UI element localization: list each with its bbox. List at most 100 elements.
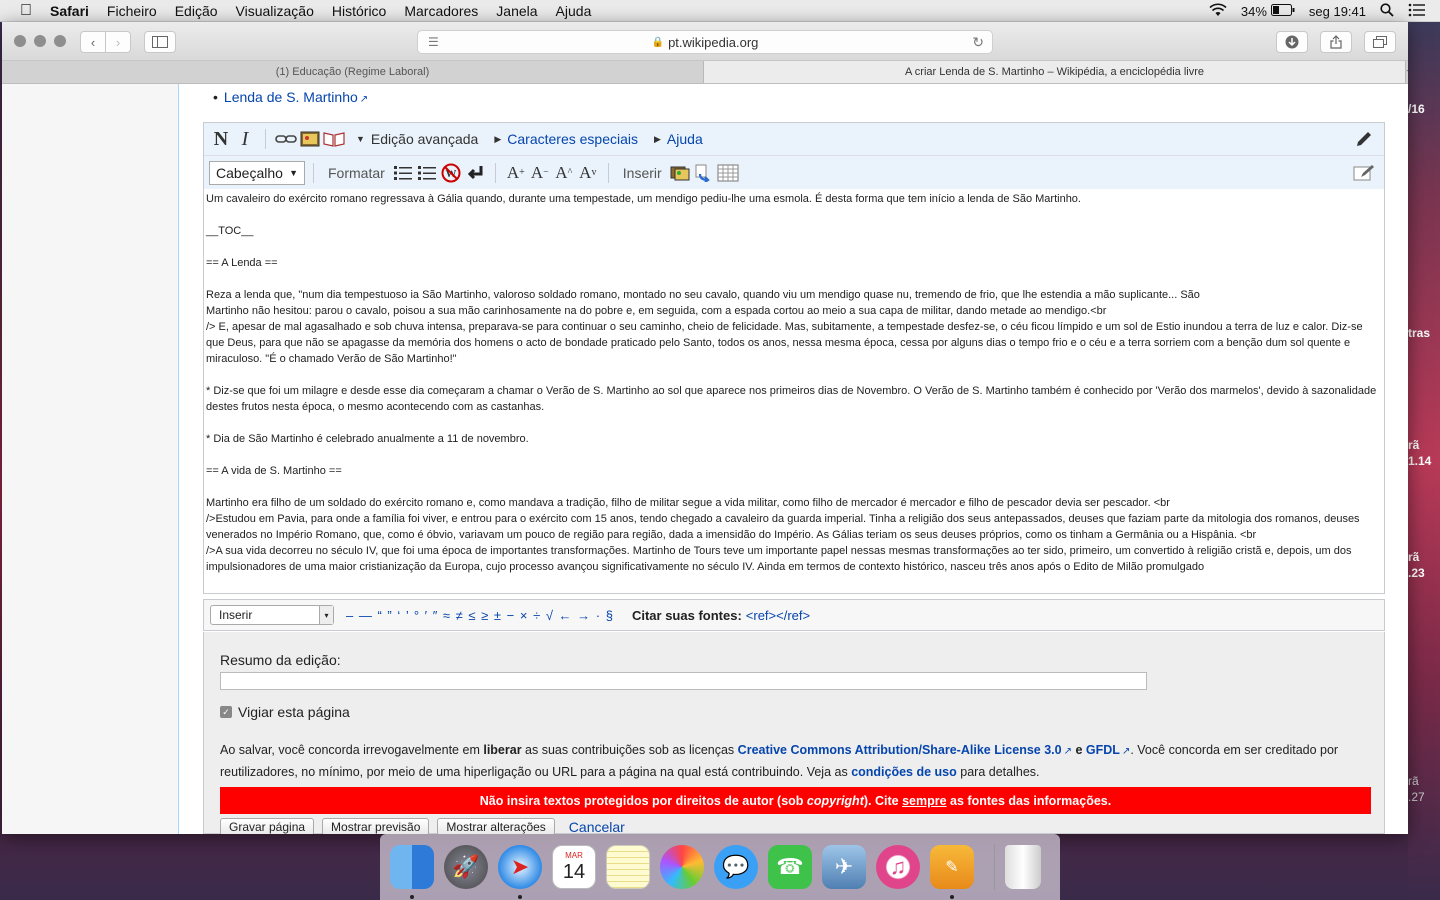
redirect-icon[interactable] [693, 162, 715, 184]
close-window-button[interactable] [14, 35, 26, 47]
pages-icon[interactable]: ✎ [930, 845, 974, 899]
running-indicator [950, 895, 954, 899]
stepper-icon: ▾ [319, 606, 333, 624]
calendar-icon[interactable]: MAR 14 [552, 845, 596, 889]
toolbar-divider [494, 162, 496, 183]
menu-app[interactable]: Safari [50, 3, 89, 19]
facetime-icon[interactable]: ☎ [768, 845, 812, 889]
battery-icon[interactable] [1270, 3, 1295, 19]
tabs-overview-button[interactable] [1364, 31, 1396, 53]
save-page-button[interactable]: Gravar página [220, 818, 315, 834]
image-icon[interactable] [299, 128, 321, 150]
tab-ajuda[interactable]: Ajuda [667, 131, 703, 147]
menu-edicao[interactable]: Edição [175, 3, 218, 19]
check-icon[interactable]: ✓ [220, 706, 232, 718]
launchpad-icon[interactable]: 🚀 [444, 845, 488, 889]
menu-ajuda[interactable]: Ajuda [556, 3, 592, 19]
italic-button[interactable]: I [234, 128, 256, 150]
messages-icon[interactable]: 💬 [714, 845, 758, 889]
finder-icon[interactable] [390, 845, 434, 899]
menu-janela[interactable]: Janela [496, 3, 537, 19]
gfdl-link[interactable]: GFDL [1086, 743, 1120, 757]
reader-icon[interactable]: ☰ [428, 35, 439, 49]
apple-icon[interactable]:  [20, 2, 36, 19]
calendar-month: MAR [565, 851, 583, 860]
expand-triangle-icon: ▼ [356, 134, 365, 144]
warning-text: copyright [806, 793, 864, 808]
menu-extras: 34% seg 19:41 [1209, 0, 1440, 22]
bulleted-list-icon[interactable] [392, 162, 414, 184]
tab-educacao[interactable]: (1) Educação (Regime Laboral) [2, 61, 704, 83]
external-link-icon: ↗ [1063, 746, 1072, 757]
link-icon[interactable] [275, 128, 297, 150]
wifi-icon[interactable] [1209, 3, 1227, 20]
menu-ficheiro[interactable]: Ficheiro [107, 3, 157, 19]
insert-label: Inserir [622, 164, 662, 181]
show-changes-button[interactable]: Mostrar alterações [437, 818, 555, 834]
editor-toolbar-advanced: Cabeçalho ▼ Formatar W [204, 155, 1384, 189]
wiki-editor: N I ▼ Edição avançada ▶ Caracteres espec… [203, 122, 1385, 594]
insert-select[interactable]: Inserir ▾ [210, 605, 334, 625]
downloads-button[interactable] [1276, 31, 1308, 53]
tab-edicao-avancada[interactable]: Edição avançada [371, 131, 478, 147]
wikitext-textarea[interactable]: Um cavaleiro do exército romano regressa… [204, 189, 1384, 593]
menu-historico[interactable]: Histórico [332, 3, 386, 19]
menu-marcadores[interactable]: Marcadores [404, 3, 478, 19]
search-replace-icon[interactable] [1353, 162, 1375, 184]
safari-icon[interactable]: ➤ [498, 845, 542, 899]
itunes-icon[interactable]: ♫ [876, 845, 920, 889]
menu-bar:  Safari Ficheiro Edição Visualização Hi… [0, 0, 1440, 22]
battery-percent[interactable]: 34% [1241, 4, 1267, 19]
terms-of-use-link[interactable]: condições de uso [851, 765, 957, 779]
heading-select[interactable]: Cabeçalho ▼ [209, 160, 305, 185]
clock[interactable]: seg 19:41 [1309, 4, 1366, 19]
summary-label: Resumo da edição: [220, 652, 341, 668]
special-chars-list[interactable]: – — “ ” ‘ ’ ° ′ ″ ≈ ≠ ≤ ≥ ± − × ÷ √ ← → … [346, 608, 614, 623]
table-icon[interactable] [717, 162, 739, 184]
zoom-window-button[interactable] [54, 35, 66, 47]
warning-text: sempre [902, 793, 947, 808]
newline-icon[interactable] [464, 162, 486, 184]
photos-icon[interactable] [660, 845, 704, 889]
menu-visualizacao[interactable]: Visualização [236, 3, 314, 19]
address-bar[interactable]: ☰ 🔒 pt.wikipedia.org ↻ [417, 30, 993, 54]
small-text-icon[interactable]: A − [529, 162, 551, 184]
license-text: Ao salvar, você concorda irrevogavelment… [220, 740, 1370, 782]
superscript-icon[interactable]: A ^ [553, 162, 575, 184]
web-page: Lenda de S. Martinho↗ N I ▼ [2, 84, 1408, 834]
license-text-part: as suas contribuições sob as licenças [525, 743, 735, 757]
trash-icon[interactable] [1005, 845, 1041, 889]
gallery-icon[interactable] [669, 162, 691, 184]
big-text-icon[interactable]: A + [505, 162, 527, 184]
copyright-warning: Não insira textos protegidos por direito… [220, 787, 1371, 814]
pencil-icon[interactable] [1353, 128, 1375, 150]
warning-text: ). Cite [863, 793, 899, 808]
forward-button[interactable]: › [105, 31, 131, 53]
tab-caracteres-especiais[interactable]: Caracteres especiais [507, 131, 638, 147]
reload-icon[interactable]: ↻ [972, 34, 984, 51]
nowiki-icon[interactable]: W [440, 162, 462, 184]
reference-book-icon[interactable] [323, 128, 345, 150]
lenda-link[interactable]: Lenda de S. Martinho↗ [213, 89, 368, 105]
notification-center-icon[interactable] [1408, 3, 1426, 20]
cancel-link[interactable]: Cancelar [569, 819, 625, 834]
sidebar-toggle-button[interactable] [144, 31, 176, 53]
numbered-list-icon[interactable] [416, 162, 438, 184]
notes-icon[interactable] [606, 845, 650, 889]
spotlight-search-icon[interactable] [1380, 2, 1394, 20]
preview-icon[interactable]: ✈ [822, 845, 866, 889]
tab-lenda-martinho[interactable]: A criar Lenda de S. Martinho – Wikipédia… [704, 61, 1406, 83]
subscript-icon[interactable]: Av [577, 162, 599, 184]
bold-button[interactable]: N [210, 128, 232, 150]
cite-ref-link[interactable]: <ref></ref> [746, 608, 810, 623]
preview-button[interactable]: Mostrar previsão [322, 818, 430, 834]
minimize-window-button[interactable] [34, 35, 46, 47]
back-button[interactable]: ‹ [80, 31, 106, 53]
cc-license-link[interactable]: Creative Commons Attribution/Share-Alike… [738, 743, 1062, 757]
share-button[interactable] [1320, 31, 1352, 53]
watch-page-checkbox[interactable]: ✓ Vigiar esta página [220, 704, 350, 720]
lenda-link-text[interactable]: Lenda de S. Martinho [224, 89, 358, 105]
desktop-text: tras [1408, 326, 1431, 340]
new-tab-button[interactable]: + [1406, 61, 1408, 83]
summary-input[interactable] [220, 672, 1147, 690]
